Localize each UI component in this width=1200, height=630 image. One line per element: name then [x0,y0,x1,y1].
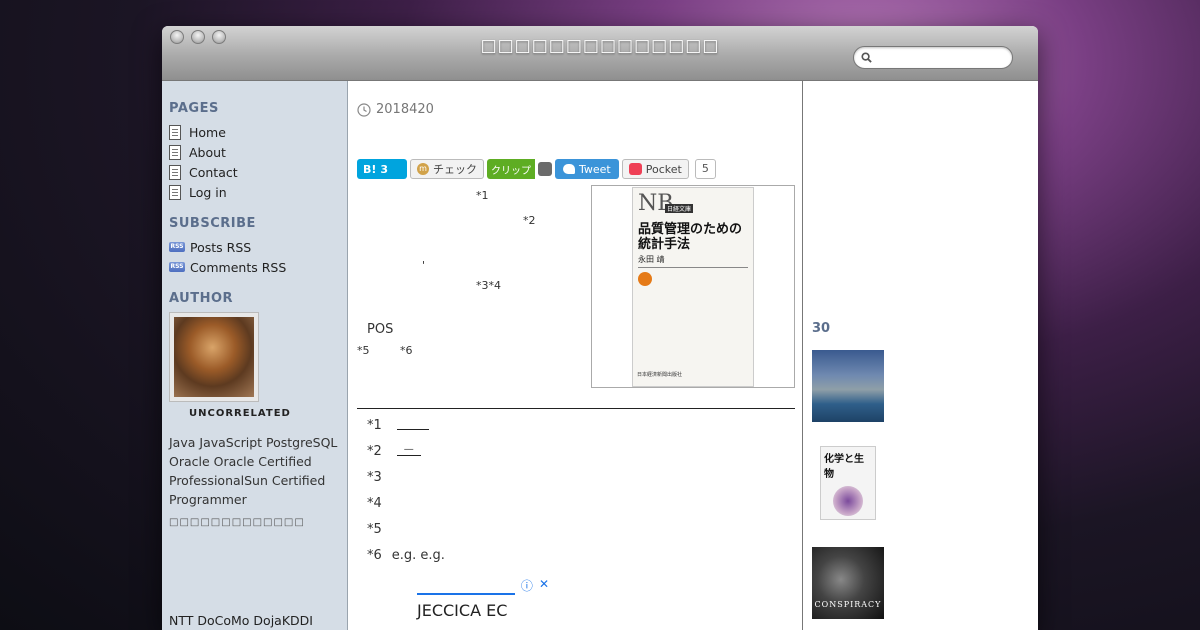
footnote-ref-3-4[interactable]: *3*4 [476,279,501,292]
footnotes-list: *1 *2— *3 *4 *5 *6 e.g. e.g. [367,418,445,574]
magazine-title: 化学と生物 [824,454,864,480]
comments-rss-link[interactable]: RSS Comments RSS [169,257,347,277]
clock-icon [357,102,371,117]
clip-button[interactable]: クリップ [487,159,535,179]
page-icon [169,184,181,200]
rss-icon: RSS [169,242,185,252]
footnote-ref-5[interactable]: *5 [357,344,370,357]
footnote-3: *3 [367,470,382,485]
book-publisher: 日本経済新聞出版社 [637,372,683,378]
footnote-1: *1 [367,418,445,444]
page-icon [169,164,181,180]
subscribe-heading: SUBSCRIBE [169,216,256,231]
footnote-ref-1[interactable]: *1 [476,189,489,202]
mixi-check-button[interactable]: m チェック [410,159,484,179]
twitter-bird-icon [563,164,575,174]
tweet-button[interactable]: Tweet [555,159,619,179]
rss-icon: RSS [169,262,185,272]
page-link-home[interactable]: Home [169,122,347,142]
pocket-icon [628,163,642,175]
publisher-logo-icon [638,272,652,286]
pages-list: Home About Contact Log in [169,122,347,202]
pocket-count: 5 [694,159,716,179]
footnote-ref-6[interactable]: *6 [400,344,413,357]
right-heading: 30 [812,321,831,336]
author-bio: Java JavaScript PostgreSQL Oracle Oracle… [169,435,338,507]
footnote-link[interactable] [396,418,429,430]
posts-rss-link[interactable]: RSS Posts RSS [169,237,347,257]
dog-photo [174,317,254,397]
thumbnail-caption: CONSPIRACY [814,600,882,609]
book-author: 永田 靖 [638,254,748,268]
author-avatar[interactable] [169,312,259,402]
author-bio-extra: □□□□□□□□□□□□□ [169,517,305,528]
feeds-list: RSS Posts RSS RSS Comments RSS [169,237,347,277]
page-link-about[interactable]: About [169,142,347,162]
ad-text[interactable]: JECCICA EC [417,601,549,620]
sidebar: PAGES Home About Contact Log in SUBSCRIB… [162,81,348,630]
footnote-5: *5 [367,522,382,537]
footnote-link[interactable]: — [396,444,421,456]
page-icon [169,124,181,140]
author-name[interactable]: UNCORRELATED [189,408,347,419]
evernote-icon[interactable] [538,162,552,176]
pages-heading: PAGES [169,101,219,116]
page-link-contact[interactable]: Contact [169,162,347,182]
browser-window: □□□□□□□□□□□□□□ PAGES Home About Contact … [162,26,1038,630]
stray-mark: ' [422,259,426,272]
hatena-bookmark-button[interactable]: B! 3 [357,159,407,179]
search-icon [861,52,872,63]
ad-info-icon[interactable]: ⓘ [521,577,533,594]
page-icon [169,144,181,160]
advertisement[interactable]: ⓘ ✕ JECCICA EC [417,575,549,630]
footnote-6: *6 e.g. e.g. [367,548,445,563]
post-content: 2018420 B! 3 m チェック クリップ Tweet Pocket 5 [349,81,803,630]
ad-controls: ⓘ ✕ [521,577,549,594]
footnote-ref-2[interactable]: *2 [523,214,536,227]
mixi-icon: m [417,163,429,175]
ad-accent-bar [417,593,515,595]
book-link[interactable]: NB 日経文庫 品質管理のための統計手法 永田 靖 日本経済新聞出版社 [591,185,795,388]
pocket-button[interactable]: Pocket [621,159,689,179]
search-input[interactable] [878,49,1006,66]
thumbnail-harbor[interactable] [812,350,884,422]
right-sidebar: 30 化学と生物 CONSPIRACY [804,81,1038,630]
footnotes-divider [357,408,795,409]
book-cover: NB 日経文庫 品質管理のための統計手法 永田 靖 日本経済新聞出版社 [632,187,754,387]
search-box[interactable] [853,46,1013,69]
ad-close-icon[interactable]: ✕ [539,577,549,594]
footnote-4: *4 [367,496,382,511]
book-title: 品質管理のための統計手法 [638,222,743,252]
thumbnail-cats[interactable]: CONSPIRACY [812,547,884,619]
book-series: 日経文庫 [665,204,694,213]
petri-dish-image [833,486,863,516]
page-link-login[interactable]: Log in [169,182,347,202]
author-heading: AUTHOR [169,291,234,306]
pos-text: POS [367,322,394,337]
post-date: 2018420 [357,102,434,117]
footnote-2: *2— [367,444,445,470]
thumbnail-magazine[interactable]: 化学と生物 [820,446,876,520]
share-buttons: B! 3 m チェック クリップ Tweet Pocket 5 [357,159,716,179]
carrier-text: NTT DoCoMo DojaKDDI [169,613,313,628]
window-titlebar: □□□□□□□□□□□□□□ [162,26,1038,81]
